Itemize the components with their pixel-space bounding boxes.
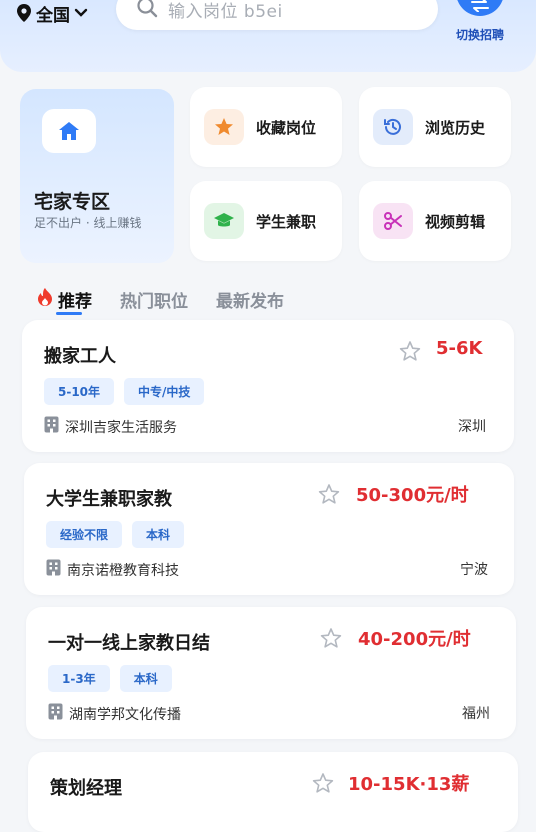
job-title: 搬家工人 — [44, 346, 116, 367]
job-city: 深圳 — [458, 419, 486, 435]
job-company: 湖南学邦文化传播 — [48, 703, 181, 724]
job-salary: 5-6K — [436, 338, 483, 359]
scissors-icon — [373, 203, 413, 239]
home-zone-card[interactable]: 宅家专区 足不出户 · 线上赚钱 — [20, 89, 174, 263]
star-outline-icon[interactable] — [318, 483, 340, 509]
location-selector[interactable]: 全国 — [16, 0, 88, 26]
job-tabs: 推荐 热门职位 最新发布 — [36, 282, 284, 316]
star-outline-icon[interactable] — [399, 340, 421, 366]
switch-recruit-label: 切换招聘 — [455, 28, 504, 42]
student-parttime-label: 学生兼职 — [256, 212, 317, 231]
history-button[interactable]: 浏览历史 — [359, 87, 511, 167]
tab-recommended-label: 推荐 — [58, 291, 92, 312]
job-company: 南京诺橙教育科技 — [46, 559, 179, 580]
location-pin-icon — [16, 4, 32, 22]
job-tag: 中专/中技 — [124, 378, 205, 405]
home-zone-subtitle: 足不出户 · 线上赚钱 — [34, 216, 142, 230]
graduation-cap-icon — [204, 203, 244, 239]
search-placeholder: 输入岗位 b5ei — [168, 1, 283, 22]
video-editing-button[interactable]: 视频剪辑 — [359, 181, 511, 261]
star-outline-icon[interactable] — [312, 772, 334, 798]
tab-hot-jobs[interactable]: 热门职位 — [120, 282, 188, 316]
job-tags: 5-10年 中专/中技 — [44, 378, 205, 405]
job-city: 福州 — [462, 706, 490, 722]
switch-icon — [456, 0, 504, 16]
job-card[interactable]: 大学生兼职家教 50-300元/时 经验不限 本科 南京诺橙教育科技 宁波 — [24, 463, 514, 595]
search-icon — [136, 0, 158, 22]
search-input[interactable]: 输入岗位 b5ei — [116, 0, 438, 30]
building-icon — [48, 703, 63, 724]
job-tag: 5-10年 — [44, 378, 115, 405]
tab-hot-jobs-label: 热门职位 — [120, 291, 188, 312]
job-title: 大学生兼职家教 — [46, 489, 172, 510]
tab-latest-label: 最新发布 — [216, 291, 284, 312]
job-card[interactable]: 策划经理 10-15K·13薪 — [28, 752, 518, 832]
star-outline-icon[interactable] — [320, 627, 342, 653]
tab-latest[interactable]: 最新发布 — [216, 282, 284, 316]
job-tag: 经验不限 — [46, 521, 123, 548]
job-city: 宁波 — [460, 562, 488, 578]
job-tag: 1-3年 — [48, 665, 110, 692]
job-title: 策划经理 — [50, 778, 122, 799]
location-label: 全国 — [36, 5, 70, 26]
job-title: 一对一线上家教日结 — [48, 633, 210, 654]
job-company-name: 南京诺橙教育科技 — [67, 562, 179, 579]
job-company-name: 湖南学邦文化传播 — [69, 706, 181, 723]
job-tags: 经验不限 本科 — [46, 521, 185, 548]
job-salary: 50-300元/时 — [356, 485, 469, 506]
job-salary: 40-200元/时 — [358, 629, 471, 650]
tab-recommended[interactable]: 推荐 — [36, 282, 92, 316]
chevron-down-icon — [74, 8, 88, 18]
fire-icon — [36, 287, 54, 312]
video-editing-label: 视频剪辑 — [425, 212, 486, 231]
job-company-name: 深圳吉家生活服务 — [65, 419, 177, 436]
job-tag: 本科 — [132, 521, 185, 548]
favorites-label: 收藏岗位 — [256, 118, 317, 137]
history-label: 浏览历史 — [425, 118, 486, 137]
house-icon — [42, 109, 96, 153]
building-icon — [46, 559, 61, 580]
building-icon — [44, 416, 59, 437]
job-company: 深圳吉家生活服务 — [44, 416, 177, 437]
favorites-button[interactable]: 收藏岗位 — [190, 87, 342, 167]
student-parttime-button[interactable]: 学生兼职 — [190, 181, 342, 261]
star-icon — [204, 109, 244, 145]
job-tags: 1-3年 本科 — [48, 665, 172, 692]
active-tab-indicator — [56, 312, 82, 315]
home-zone-title: 宅家专区 — [34, 191, 111, 213]
history-icon — [373, 109, 413, 145]
switch-recruit-button[interactable]: 切换招聘 — [448, 0, 512, 46]
job-card[interactable]: 一对一线上家教日结 40-200元/时 1-3年 本科 湖南学邦文化传播 福州 — [26, 607, 516, 739]
job-tag: 本科 — [119, 665, 172, 692]
job-card[interactable]: 搬家工人 5-6K 5-10年 中专/中技 深圳吉家生活服务 深圳 — [22, 320, 514, 452]
job-salary: 10-15K·13薪 — [348, 774, 470, 795]
